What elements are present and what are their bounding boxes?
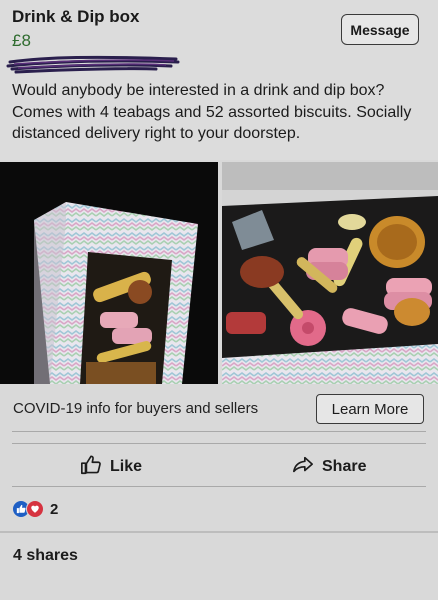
like-button[interactable]: Like <box>80 452 142 482</box>
closed-box-image <box>0 162 218 384</box>
section-divider <box>0 531 438 533</box>
listing-price: £8 <box>12 31 31 50</box>
photo-closed-box[interactable] <box>0 162 218 384</box>
listing-description: Would anybody be interested in a drink a… <box>12 82 412 142</box>
divider <box>12 486 426 487</box>
like-label: Like <box>110 458 143 475</box>
listing-header: Drink & Dip box £8 Message Would anybody… <box>0 0 438 160</box>
thumbs-up-icon <box>80 454 102 481</box>
shares-count[interactable]: 4 shares <box>13 547 78 565</box>
divider <box>12 431 426 432</box>
heart-icon <box>26 500 44 518</box>
divider <box>12 443 426 444</box>
learn-more-button[interactable]: Learn More <box>316 394 424 424</box>
reaction-summary[interactable]: 2 <box>12 500 58 518</box>
message-button[interactable]: Message <box>341 14 419 45</box>
reaction-count: 2 <box>50 500 59 518</box>
photo-gallery <box>0 162 438 384</box>
redaction-scribble <box>6 55 180 74</box>
share-arrow-icon <box>292 454 314 481</box>
share-button[interactable]: Share <box>292 452 366 482</box>
open-box-image <box>222 162 438 384</box>
photo-open-box[interactable] <box>222 162 438 384</box>
share-label: Share <box>322 458 367 475</box>
covid-info-text: COVID-19 info for buyers and sellers <box>13 400 259 417</box>
listing-title: Drink & Dip box <box>12 7 140 26</box>
